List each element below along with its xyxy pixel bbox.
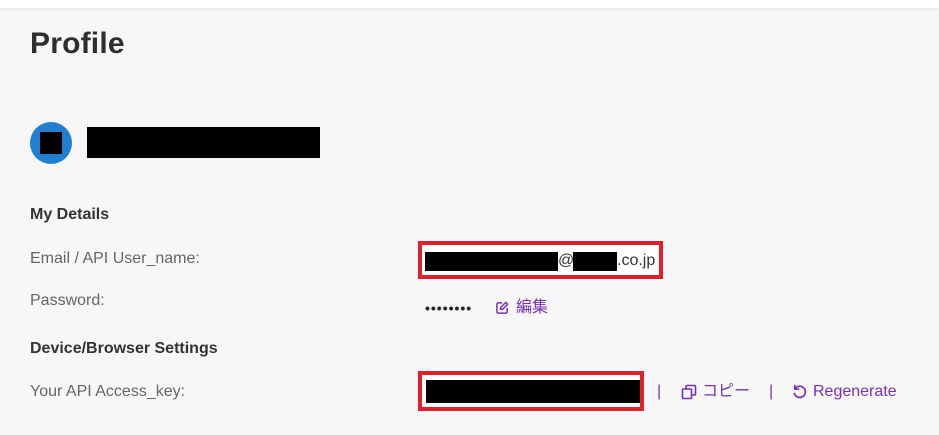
- password-label: Password:: [30, 292, 105, 309]
- copy-label: コピー: [702, 383, 751, 400]
- email-user-redaction: [425, 252, 558, 271]
- regenerate-button[interactable]: Regenerate: [792, 382, 897, 402]
- edit-password-button[interactable]: 編集: [495, 298, 548, 318]
- avatar-redaction: [40, 132, 62, 154]
- access-key-redaction: [426, 380, 640, 403]
- pencil-square-icon: [495, 300, 511, 316]
- email-label: Email / API User_name:: [30, 250, 200, 267]
- email-at-sign: @: [558, 252, 575, 269]
- edit-label: 編集: [516, 299, 549, 316]
- regenerate-label: Regenerate: [813, 383, 897, 400]
- separator: |: [769, 383, 774, 400]
- page-title: Profile: [30, 27, 125, 60]
- avatar: [30, 122, 72, 164]
- top-bar: [0, 0, 939, 8]
- rotate-icon: [792, 384, 808, 400]
- device-settings-heading: Device/Browser Settings: [30, 340, 218, 357]
- email-domain-redaction: [573, 252, 617, 271]
- access-key-value: [418, 371, 644, 411]
- password-value: ••••••••: [425, 300, 473, 316]
- email-value: @ .co.jp: [418, 241, 663, 279]
- copy-button[interactable]: コピー: [681, 382, 750, 402]
- username-redaction: [87, 127, 320, 158]
- separator: |: [657, 383, 662, 400]
- access-key-label: Your API Access_key:: [30, 383, 186, 400]
- copy-icon: [681, 384, 697, 400]
- email-domain-suffix: .co.jp: [617, 252, 656, 269]
- my-details-heading: My Details: [30, 206, 110, 223]
